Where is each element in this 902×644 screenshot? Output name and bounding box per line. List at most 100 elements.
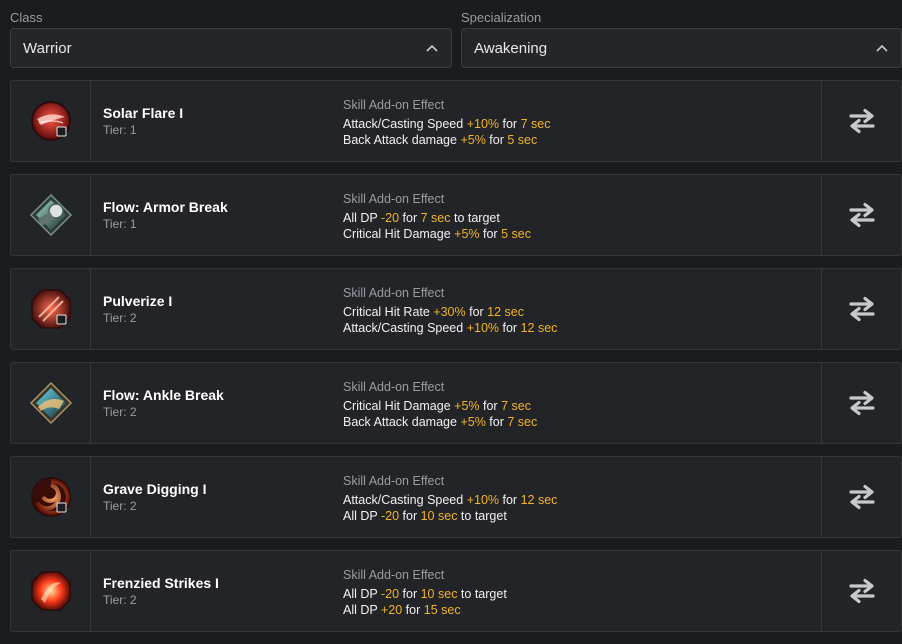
frenzied-strikes-icon bbox=[30, 571, 71, 611]
effect-text: All DP bbox=[343, 211, 381, 225]
effect-value: 10 sec bbox=[420, 587, 458, 601]
swap-arrows-icon bbox=[848, 390, 875, 416]
chevron-up-icon bbox=[425, 41, 439, 55]
effect-text: Critical Hit Damage bbox=[343, 227, 455, 241]
effect-text: for bbox=[479, 399, 502, 413]
effect-value: 5 sec bbox=[501, 227, 531, 241]
specialization-select[interactable]: Awakening bbox=[461, 28, 902, 68]
effect-line: Attack/Casting Speed +10% for 12 sec bbox=[343, 492, 821, 508]
effect-text: for bbox=[399, 211, 421, 225]
skill-icon-cell bbox=[11, 269, 91, 349]
effect-value: +5% bbox=[454, 399, 480, 413]
chevron-up-icon bbox=[875, 41, 889, 55]
effect-value: -20 bbox=[380, 211, 400, 225]
effect-text: for bbox=[479, 227, 502, 241]
skill-effect-cell: Skill Add-on Effect Critical Hit Rate +3… bbox=[343, 269, 821, 349]
armor-break-icon bbox=[29, 193, 72, 237]
effect-title: Skill Add-on Effect bbox=[343, 192, 445, 206]
effect-value: 12 sec bbox=[520, 493, 558, 507]
effect-text: All DP bbox=[343, 587, 381, 601]
effect-value: 7 sec bbox=[420, 211, 451, 225]
swap-button[interactable] bbox=[821, 81, 901, 161]
skill-row-5: Grave Digging I Tier: 2 Skill Add-on Eff… bbox=[10, 456, 902, 538]
effect-value: +20 bbox=[380, 603, 403, 617]
effect-value: +5% bbox=[454, 227, 480, 241]
effect-line: All DP -20 for 7 sec to target bbox=[343, 210, 821, 226]
effect-text: Attack/Casting Speed bbox=[343, 117, 467, 131]
effect-text: to target bbox=[457, 509, 507, 523]
effect-value: 7 sec bbox=[507, 415, 538, 429]
effect-value: 5 sec bbox=[507, 133, 538, 147]
skill-effect-cell: Skill Add-on Effect Critical Hit Damage … bbox=[343, 363, 821, 443]
effect-line: All DP +20 for 15 sec bbox=[343, 602, 821, 618]
skill-effect-cell: Skill Add-on Effect Attack/Casting Speed… bbox=[343, 457, 821, 537]
skill-row-6: Frenzied Strikes I Tier: 2 Skill Add-on … bbox=[10, 550, 902, 632]
effect-value: -20 bbox=[380, 509, 400, 523]
skill-icon-cell bbox=[11, 457, 91, 537]
effect-value: +10% bbox=[466, 117, 500, 131]
effect-text: for bbox=[399, 509, 421, 523]
swap-arrows-icon bbox=[848, 202, 875, 228]
effect-text: Critical Hit Rate bbox=[343, 305, 434, 319]
skill-row-1: Solar Flare I Tier: 1 Skill Add-on Effec… bbox=[10, 80, 902, 162]
effect-line: Back Attack damage +5% for 7 sec bbox=[343, 414, 821, 430]
effect-text: Attack/Casting Speed bbox=[343, 493, 467, 507]
specialization-select-value: Awakening bbox=[474, 39, 548, 57]
effect-text: for bbox=[485, 415, 508, 429]
skill-name: Grave Digging I bbox=[103, 481, 207, 497]
effect-value: +30% bbox=[433, 305, 466, 319]
skill-tier: Tier: 1 bbox=[103, 123, 137, 137]
filter-bar: Class Warrior Specialization Awakening bbox=[10, 10, 902, 70]
skill-icon-cell bbox=[11, 81, 91, 161]
effect-value: +10% bbox=[466, 321, 500, 335]
swap-button[interactable] bbox=[821, 175, 901, 255]
effect-text: Attack/Casting Speed bbox=[343, 321, 467, 335]
pulverize-icon bbox=[30, 289, 71, 329]
swap-button[interactable] bbox=[821, 551, 901, 631]
swap-arrows-icon bbox=[848, 296, 875, 322]
skill-list: Solar Flare I Tier: 1 Skill Add-on Effec… bbox=[10, 80, 902, 644]
class-select[interactable]: Warrior bbox=[10, 28, 452, 68]
effect-value: +5% bbox=[460, 415, 486, 429]
skill-tier: Tier: 1 bbox=[103, 217, 137, 231]
skill-name: Frenzied Strikes I bbox=[103, 575, 219, 591]
effect-text: to target bbox=[450, 211, 500, 225]
effect-line: Critical Hit Damage +5% for 7 sec bbox=[343, 398, 821, 414]
effect-text: for bbox=[499, 493, 521, 507]
effect-line: Back Attack damage +5% for 5 sec bbox=[343, 132, 821, 148]
specialization-filter: Specialization Awakening bbox=[461, 10, 902, 68]
skill-tier: Tier: 2 bbox=[103, 499, 137, 513]
effect-value: -20 bbox=[380, 587, 400, 601]
effect-text: for bbox=[465, 305, 488, 319]
effect-text: Back Attack damage bbox=[343, 133, 461, 147]
effect-value: +10% bbox=[466, 493, 500, 507]
skill-name: Flow: Armor Break bbox=[103, 199, 228, 215]
skill-name-cell: Frenzied Strikes I Tier: 2 bbox=[91, 551, 343, 631]
swap-arrows-icon bbox=[848, 108, 875, 134]
skill-name: Solar Flare I bbox=[103, 105, 184, 121]
grave-digging-icon bbox=[30, 477, 71, 517]
skill-name-cell: Solar Flare I Tier: 1 bbox=[91, 81, 343, 161]
solar-flare-icon bbox=[30, 101, 71, 141]
effect-text: All DP bbox=[343, 603, 381, 617]
effect-title: Skill Add-on Effect bbox=[343, 474, 445, 488]
skill-name-cell: Flow: Armor Break Tier: 1 bbox=[91, 175, 343, 255]
effect-text: for bbox=[399, 587, 421, 601]
skill-icon-cell bbox=[11, 551, 91, 631]
swap-button[interactable] bbox=[821, 457, 901, 537]
effect-text: for bbox=[499, 117, 521, 131]
effect-text: for bbox=[485, 133, 508, 147]
effect-line: Critical Hit Rate +30% for 12 sec bbox=[343, 304, 821, 320]
effect-value: +5% bbox=[460, 133, 486, 147]
effect-title: Skill Add-on Effect bbox=[343, 286, 445, 300]
swap-arrows-icon bbox=[848, 578, 875, 604]
skill-name: Pulverize I bbox=[103, 293, 173, 309]
skill-effect-cell: Skill Add-on Effect Attack/Casting Speed… bbox=[343, 81, 821, 161]
swap-button[interactable] bbox=[821, 269, 901, 349]
skill-name-cell: Flow: Ankle Break Tier: 2 bbox=[91, 363, 343, 443]
effect-text: to target bbox=[457, 587, 507, 601]
effect-value: 7 sec bbox=[501, 399, 531, 413]
effect-title: Skill Add-on Effect bbox=[343, 380, 445, 394]
effect-title: Skill Add-on Effect bbox=[343, 98, 445, 112]
swap-button[interactable] bbox=[821, 363, 901, 443]
